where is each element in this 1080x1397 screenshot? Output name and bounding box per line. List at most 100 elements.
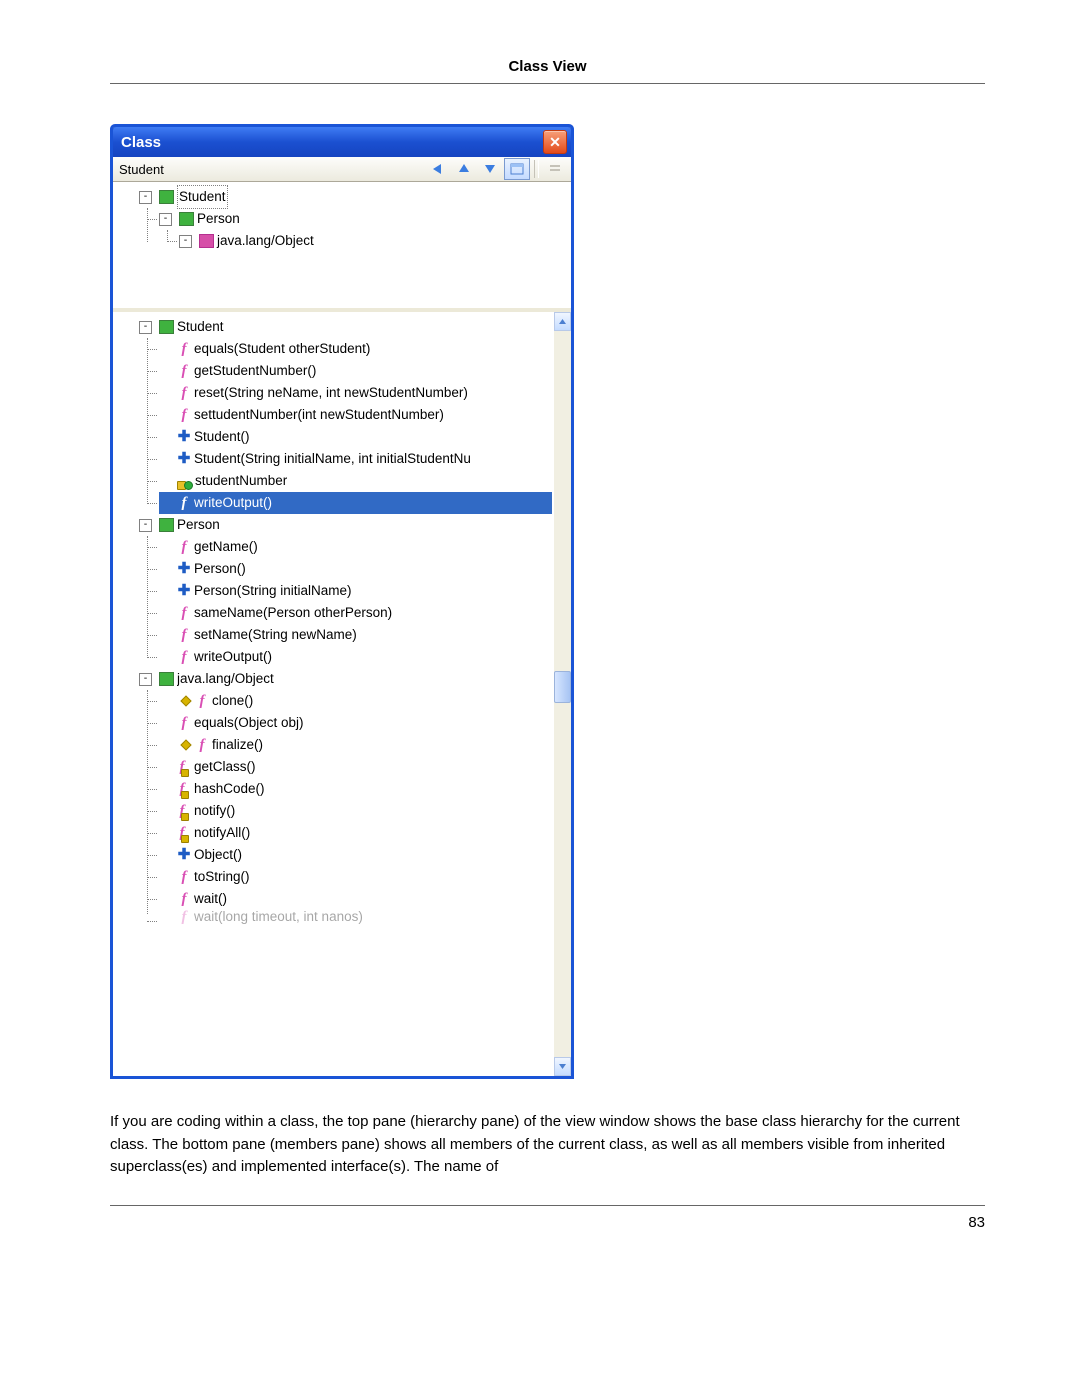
member-label: clone() bbox=[212, 690, 253, 712]
tree-connector bbox=[159, 366, 170, 377]
member-label: equals(Object obj) bbox=[194, 712, 304, 734]
view-mode-button[interactable] bbox=[504, 158, 530, 180]
member-node[interactable]: ✚Person(String initialName) bbox=[159, 580, 552, 602]
collapse-icon[interactable]: - bbox=[139, 321, 152, 334]
tree-connector bbox=[159, 850, 170, 861]
arrow-down-icon bbox=[483, 161, 497, 177]
class-icon bbox=[159, 672, 174, 686]
class-icon bbox=[159, 320, 174, 334]
member-node[interactable]: freset(String neName, int newStudentNumb… bbox=[159, 382, 552, 404]
member-label: writeOutput() bbox=[194, 646, 272, 668]
member-node[interactable]: fwait(long timeout, int nanos) bbox=[159, 910, 552, 924]
constructor-icon: ✚ bbox=[177, 584, 191, 598]
tree-connector bbox=[159, 630, 170, 641]
collapse-icon[interactable]: - bbox=[139, 191, 152, 204]
close-button[interactable]: ✕ bbox=[543, 130, 567, 154]
toolbar-divider bbox=[534, 160, 539, 178]
member-node[interactable]: fnotify() bbox=[159, 800, 552, 822]
class-icon bbox=[159, 190, 174, 204]
tree-connector bbox=[159, 564, 170, 575]
member-node[interactable]: fgetName() bbox=[159, 536, 552, 558]
scroll-down-button[interactable] bbox=[554, 1057, 571, 1076]
tree-connector bbox=[159, 410, 170, 421]
collapse-icon[interactable]: - bbox=[179, 235, 192, 248]
hierarchy-node-student[interactable]: - Student bbox=[139, 186, 569, 208]
member-node[interactable]: ftoString() bbox=[159, 866, 552, 888]
toolbar: Student bbox=[113, 157, 571, 182]
collapse-icon[interactable]: - bbox=[159, 213, 172, 226]
scroll-up-button[interactable] bbox=[554, 312, 571, 331]
member-label: Object() bbox=[194, 844, 242, 866]
member-node[interactable]: fequals(Student otherStudent) bbox=[159, 338, 552, 360]
member-node[interactable]: fsettudentNumber(int newStudentNumber) bbox=[159, 404, 552, 426]
scroll-track[interactable] bbox=[554, 331, 571, 1057]
class-view-window: Class ✕ Student bbox=[110, 124, 574, 1079]
tree-connector bbox=[159, 542, 170, 553]
collapse-icon[interactable]: - bbox=[139, 673, 152, 686]
member-node[interactable]: fclone() bbox=[159, 690, 552, 712]
nav-up-button[interactable] bbox=[452, 158, 476, 180]
member-node[interactable]: ✚Person() bbox=[159, 558, 552, 580]
member-label: Person() bbox=[194, 558, 246, 580]
member-node[interactable]: ✚Student(String initialName, int initial… bbox=[159, 448, 552, 470]
final-method-icon: f bbox=[177, 760, 191, 774]
window-icon bbox=[510, 163, 524, 175]
member-node[interactable]: fsameName(Person otherPerson) bbox=[159, 602, 552, 624]
arrow-left-icon bbox=[430, 162, 446, 176]
tree-connector bbox=[159, 894, 170, 905]
member-label: Person bbox=[177, 514, 220, 536]
member-label: Student(String initialName, int initialS… bbox=[194, 448, 471, 470]
member-node[interactable]: fnotifyAll() bbox=[159, 822, 552, 844]
member-label: notify() bbox=[194, 800, 235, 822]
tree-connector bbox=[159, 498, 170, 509]
member-label: getStudentNumber() bbox=[194, 360, 316, 382]
method-icon: f bbox=[177, 910, 191, 924]
member-node[interactable]: -java.lang/Object bbox=[139, 668, 552, 690]
menu-button[interactable] bbox=[543, 158, 567, 180]
hierarchy-node-object[interactable]: - java.lang/Object bbox=[179, 230, 569, 252]
member-node[interactable]: fhashCode() bbox=[159, 778, 552, 800]
member-node[interactable]: ffinalize() bbox=[159, 734, 552, 756]
member-node[interactable]: fgetStudentNumber() bbox=[159, 360, 552, 382]
method-icon: f bbox=[195, 694, 209, 708]
final-method-icon: f bbox=[177, 826, 191, 840]
final-method-icon: f bbox=[177, 804, 191, 818]
collapse-icon[interactable]: - bbox=[139, 519, 152, 532]
member-node[interactable]: ✚Student() bbox=[159, 426, 552, 448]
hierarchy-pane[interactable]: - Student - Person bbox=[113, 182, 571, 312]
member-node[interactable]: fsetName(String newName) bbox=[159, 624, 552, 646]
titlebar[interactable]: Class ✕ bbox=[113, 127, 571, 157]
member-label: writeOutput() bbox=[194, 492, 272, 514]
method-icon: f bbox=[177, 408, 191, 422]
member-node[interactable]: fwriteOutput() bbox=[159, 646, 552, 668]
constructor-icon: ✚ bbox=[177, 848, 191, 862]
member-label: Person(String initialName) bbox=[194, 580, 352, 602]
tree-connector bbox=[159, 652, 170, 663]
scroll-thumb[interactable] bbox=[554, 671, 571, 703]
member-node[interactable]: ✚Object() bbox=[159, 844, 552, 866]
class-icon bbox=[159, 518, 174, 532]
member-node[interactable]: fwriteOutput() bbox=[159, 492, 552, 514]
scrollbar[interactable] bbox=[554, 312, 571, 1076]
method-icon: f bbox=[177, 606, 191, 620]
nav-back-button[interactable] bbox=[426, 158, 450, 180]
member-node[interactable]: fgetClass() bbox=[159, 756, 552, 778]
hierarchy-node-person[interactable]: - Person bbox=[159, 208, 569, 230]
member-node[interactable]: fwait() bbox=[159, 888, 552, 910]
member-node[interactable]: - Person bbox=[139, 514, 552, 536]
final-method-icon: f bbox=[177, 782, 191, 796]
members-pane[interactable]: -Studentfequals(Student otherStudent)fge… bbox=[113, 312, 571, 1076]
chevron-down-icon bbox=[558, 1062, 567, 1071]
method-icon: f bbox=[177, 386, 191, 400]
class-icon bbox=[199, 234, 214, 248]
member-label: notifyAll() bbox=[194, 822, 250, 844]
member-node[interactable]: fequals(Object obj) bbox=[159, 712, 552, 734]
member-label: reset(String neName, int newStudentNumbe… bbox=[194, 382, 468, 404]
member-node[interactable]: -Student bbox=[139, 316, 552, 338]
member-node[interactable]: studentNumber bbox=[159, 470, 552, 492]
nav-down-button[interactable] bbox=[478, 158, 502, 180]
page-title: Class View bbox=[110, 58, 985, 84]
key-icon bbox=[177, 694, 192, 708]
tree-connector bbox=[159, 740, 170, 751]
menu-icon bbox=[549, 163, 561, 175]
